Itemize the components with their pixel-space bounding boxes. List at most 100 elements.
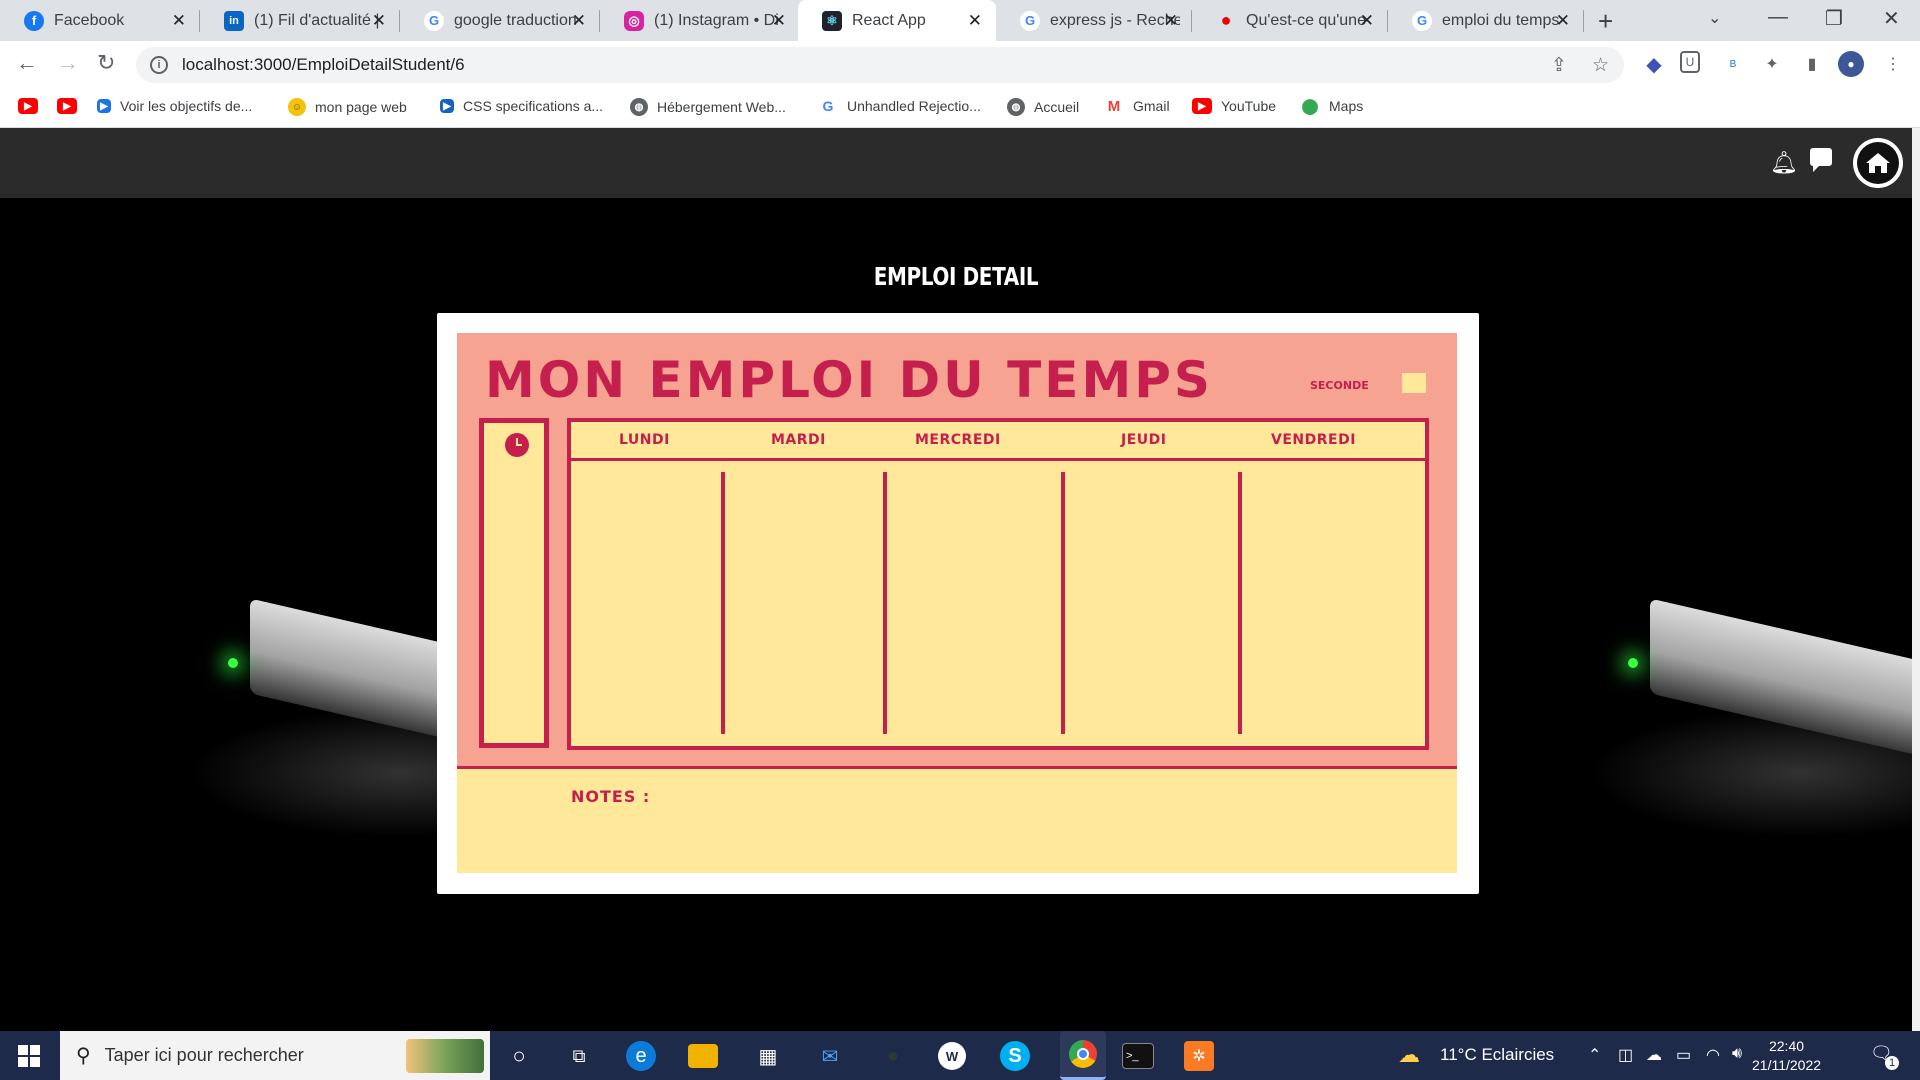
facebook-icon: f xyxy=(24,10,44,31)
clock-time: 22:40 xyxy=(1768,1038,1805,1054)
mail-icon[interactable]: ✉ xyxy=(813,1039,847,1073)
skype-icon[interactable]: S xyxy=(1000,1041,1030,1071)
day-monday: LUNDI xyxy=(619,432,670,448)
notification-count: 1 xyxy=(1885,1056,1899,1070)
page-scrollbar[interactable] xyxy=(1912,128,1920,1031)
share-icon[interactable]: ⇪ xyxy=(1551,54,1567,77)
back-arrow-icon[interactable]: ← xyxy=(16,50,38,76)
bookmark-youtube[interactable]: ▶ xyxy=(18,98,47,114)
bookmark-youtube-3[interactable]: ▶ YouTube xyxy=(1192,98,1276,114)
more-menu-icon[interactable]: ⋮ xyxy=(1880,51,1906,77)
dark-app-icon[interactable]: ● xyxy=(876,1039,910,1073)
bookmark-accueil[interactable]: ◍ Accueil xyxy=(1007,98,1079,116)
search-placeholder: Taper ici pour rechercher xyxy=(104,1045,304,1065)
close-icon[interactable]: ✕ xyxy=(1556,11,1570,31)
chrome-taskbar-button[interactable] xyxy=(1060,1031,1106,1080)
system-clock[interactable]: 22:40 21/11/2022 xyxy=(1752,1037,1821,1075)
reload-icon[interactable]: ↻ xyxy=(97,50,115,76)
app-w-icon[interactable]: W xyxy=(938,1042,966,1070)
day-wednesday: MERCREDI xyxy=(915,432,1001,448)
tab-react-app[interactable]: ⚛ React App ✕ xyxy=(798,0,996,41)
forward-arrow-icon[interactable]: → xyxy=(57,50,79,76)
tab-label: google traduction xyxy=(454,11,577,29)
address-bar[interactable]: i localhost:3000/EmploiDetailStudent/6 ⇪… xyxy=(136,47,1624,83)
cortana-icon[interactable]: ○ xyxy=(502,1039,536,1073)
task-view-icon[interactable]: ⧉ xyxy=(562,1039,596,1073)
tab-facebook[interactable]: f Facebook ✕ xyxy=(0,0,200,41)
bookmark-label: CSS specifications a... xyxy=(463,98,604,114)
tab-instagram[interactable]: ◎ (1) Instagram • Di ✕ xyxy=(600,0,800,41)
restore-icon[interactable]: ❐ xyxy=(1825,6,1843,31)
header-divider xyxy=(571,458,1425,461)
weather-icon[interactable]: ☁ xyxy=(1398,1042,1420,1068)
close-icon[interactable]: ✕ xyxy=(372,11,386,31)
home-button[interactable] xyxy=(1853,138,1903,188)
close-icon[interactable]: ✕ xyxy=(1164,11,1178,31)
tab-linkedin[interactable]: in (1) Fil d'actualité | ✕ xyxy=(200,0,400,41)
extension-graduation-icon[interactable]: ◆ xyxy=(1641,51,1667,77)
wifi-icon[interactable]: ◠ xyxy=(1706,1045,1720,1065)
day-friday: VENDREDI xyxy=(1271,432,1356,448)
extension-shield-icon[interactable]: U xyxy=(1680,51,1700,73)
close-icon[interactable]: ✕ xyxy=(968,11,982,31)
redhat-icon: ● xyxy=(1220,10,1232,30)
notes-label: NOTES : xyxy=(571,787,651,806)
tab-label: (1) Fil d'actualité | xyxy=(254,11,380,29)
home-icon xyxy=(1866,153,1890,173)
onedrive-icon[interactable]: ☁ xyxy=(1646,1045,1662,1065)
site-info-icon[interactable]: i xyxy=(150,56,168,74)
close-icon[interactable]: ✕ xyxy=(1360,11,1374,31)
tab-label: Facebook xyxy=(54,11,125,29)
tray-chevron-icon[interactable]: ⌃ xyxy=(1588,1045,1601,1065)
minimize-icon[interactable]: — xyxy=(1768,6,1788,29)
tab-redhat[interactable]: ● Qu'est-ce qu'une ✕ xyxy=(1192,0,1388,41)
bookmark-unhandled[interactable]: G Unhandled Rejectio... xyxy=(818,98,981,114)
volume-icon[interactable]: 🔊︎ xyxy=(1732,1045,1742,1063)
close-icon[interactable]: ✕ xyxy=(172,11,186,31)
bookmark-gmail[interactable]: M Gmail xyxy=(1104,98,1170,115)
background-laptop-right xyxy=(1590,598,1920,838)
tab-emploi-du-temps[interactable]: G emploi du temps ✕ xyxy=(1388,0,1584,41)
xampp-icon[interactable]: ✲ xyxy=(1184,1041,1214,1071)
bookmark-maps[interactable]: ⬤ Maps xyxy=(1300,98,1363,115)
extension-b-icon[interactable]: B xyxy=(1720,51,1746,77)
google-icon: G xyxy=(818,98,838,114)
column-divider xyxy=(721,472,725,734)
bookmark-objectifs[interactable]: ▶ Voir les objectifs de... xyxy=(97,98,252,114)
weather-text[interactable]: 11°C Eclaircies xyxy=(1440,1045,1554,1065)
terminal-icon[interactable]: >_ xyxy=(1122,1043,1154,1069)
extensions-puzzle-icon[interactable]: ✦ xyxy=(1759,51,1785,77)
page-title: EMPLOI DETAIL xyxy=(873,262,1039,291)
column-divider xyxy=(1061,472,1065,734)
bookmark-css-specs[interactable]: ▶ CSS specifications a... xyxy=(440,98,603,114)
close-icon[interactable]: ✕ xyxy=(572,11,586,31)
windows-start-button[interactable] xyxy=(18,1045,40,1067)
gmail-icon: M xyxy=(1104,98,1124,115)
tab-express-js[interactable]: G express js - Reche ✕ xyxy=(996,0,1192,41)
close-icon[interactable]: ✕ xyxy=(772,11,786,31)
side-panel-icon[interactable]: ▮ xyxy=(1799,51,1825,77)
chat-icon[interactable] xyxy=(1810,148,1832,172)
file-explorer-icon[interactable] xyxy=(688,1044,718,1068)
tab-google-traduction[interactable]: G google traduction ✕ xyxy=(400,0,600,41)
bookmark-youtube-2[interactable]: ▶ xyxy=(57,98,86,114)
browser-tab-strip: f Facebook ✕ in (1) Fil d'actualité | ✕ … xyxy=(0,0,1920,41)
meet-now-icon[interactable]: ◫ xyxy=(1618,1045,1633,1065)
window-close-icon[interactable]: ✕ xyxy=(1883,6,1900,31)
new-tab-plus-icon[interactable]: + xyxy=(1598,6,1613,37)
chevron-down-icon[interactable]: ⌄ xyxy=(1708,8,1721,28)
url-text[interactable]: localhost:3000/EmploiDetailStudent/6 xyxy=(182,55,465,75)
bookmark-label: Unhandled Rejectio... xyxy=(847,98,981,114)
bookmark-mon-page-web[interactable]: ☺ mon page web xyxy=(288,98,407,116)
battery-icon[interactable]: ▭ xyxy=(1676,1045,1691,1065)
search-highlight-image xyxy=(406,1039,484,1073)
edge-icon[interactable]: e xyxy=(626,1041,656,1071)
bookmark-star-icon[interactable]: ☆ xyxy=(1592,54,1609,77)
react-icon: ⚛ xyxy=(822,10,842,31)
bookmark-hebergement[interactable]: ◍ Hébergement Web... xyxy=(630,98,786,116)
taskbar-search[interactable]: ⚲ Taper ici pour rechercher xyxy=(60,1031,490,1080)
bell-icon[interactable]: 🔔︎ xyxy=(1770,150,1798,176)
clock-date: 21/11/2022 xyxy=(1752,1057,1822,1073)
microsoft-store-icon[interactable]: ▦ xyxy=(751,1039,785,1073)
profile-avatar[interactable]: ● xyxy=(1838,51,1864,77)
